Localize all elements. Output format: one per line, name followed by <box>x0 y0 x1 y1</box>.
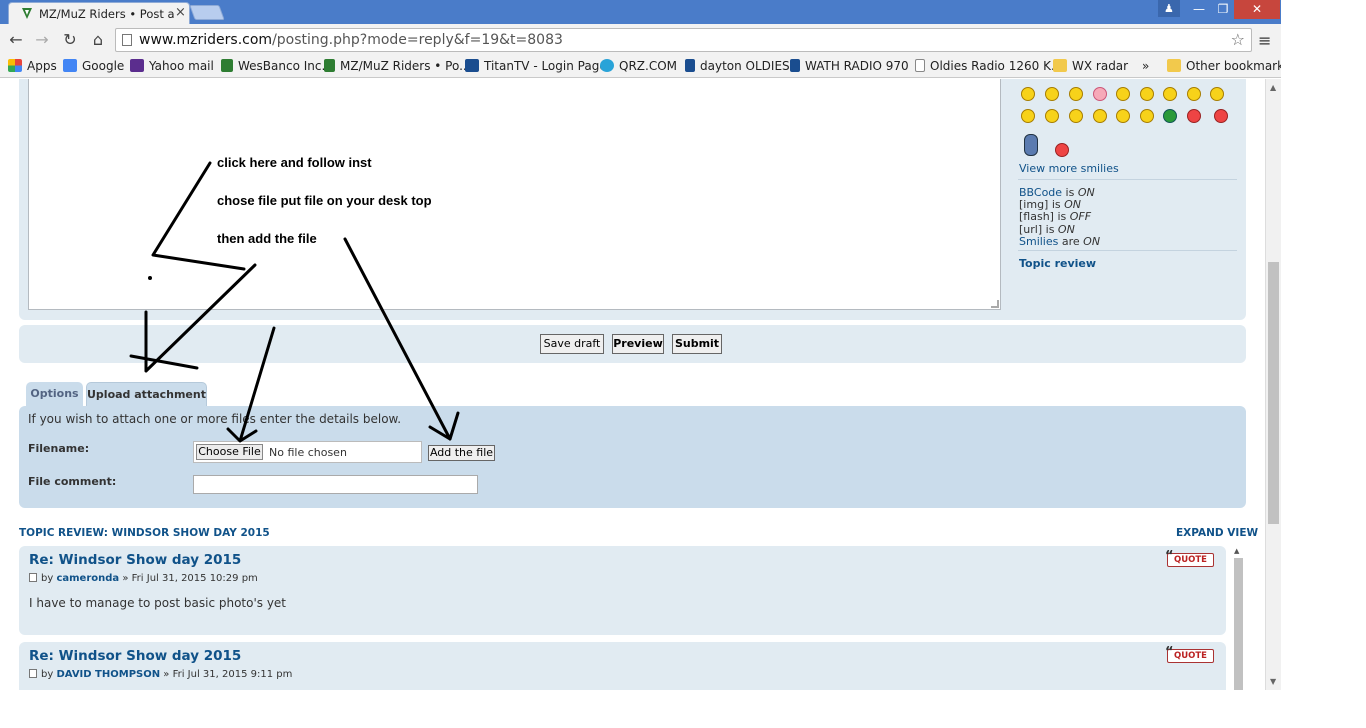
url-text: www.mzriders.com/posting.php?mode=reply&… <box>139 32 563 48</box>
forward-icon[interactable]: → <box>32 30 52 49</box>
page-content: View more smilies BBCode is ON [img] is … <box>0 79 1265 690</box>
mz-favicon-icon <box>22 8 32 19</box>
bookmark-star-icon[interactable]: ☆ <box>1231 30 1245 49</box>
restore-button[interactable]: ❐ <box>1212 0 1234 19</box>
bookmark-google[interactable]: Google <box>63 59 124 73</box>
home-icon[interactable]: ⌂ <box>88 30 108 49</box>
profile-button[interactable]: ♟ <box>1158 0 1180 17</box>
browser-window: MZ/MuZ Riders • Post a re × ♟ — ❐ ✕ ← → … <box>0 0 1281 690</box>
menu-icon[interactable]: ≡ <box>1258 31 1271 50</box>
page-icon <box>122 34 132 46</box>
google-icon <box>63 59 77 72</box>
folder-icon <box>1053 59 1067 72</box>
folder-icon <box>1167 59 1181 72</box>
bookmark-qrz[interactable]: QRZ.COM <box>600 59 677 73</box>
bookmark-dayton-oldies[interactable]: dayton OLDIES <box>685 59 790 73</box>
user-icon: ♟ <box>1164 2 1174 15</box>
tab-title: MZ/MuZ Riders • Post a re <box>39 7 175 21</box>
annotation-arrows <box>129 161 460 443</box>
bookmarks-overflow-icon[interactable]: » <box>1142 59 1149 73</box>
scroll-down-icon[interactable]: ▼ <box>1270 677 1276 686</box>
wesbanco-icon <box>221 59 233 72</box>
globe-icon <box>600 59 614 72</box>
address-bar[interactable]: www.mzriders.com/posting.php?mode=reply&… <box>115 28 1252 52</box>
annotation-arrow <box>129 161 257 373</box>
scroll-up-icon[interactable]: ▲ <box>1270 83 1276 92</box>
bookmark-titantv[interactable]: TitanTV - Login Page <box>465 59 607 73</box>
titantv-icon <box>465 59 479 72</box>
minimize-button[interactable]: — <box>1186 0 1212 19</box>
annotation-dot <box>148 276 152 280</box>
apps-icon <box>8 59 22 72</box>
reload-icon[interactable]: ↻ <box>60 30 80 49</box>
bookmarks-bar: Apps Google Yahoo mail WesBanco Inc. MZ/… <box>0 56 1281 78</box>
title-bar: MZ/MuZ Riders • Post a re × ♟ — ❐ ✕ <box>0 0 1281 24</box>
close-window-button[interactable]: ✕ <box>1234 0 1280 19</box>
speaker-icon <box>790 59 800 72</box>
back-icon[interactable]: ← <box>6 30 26 49</box>
bookmark-oldies-radio[interactable]: Oldies Radio 1260 K... <box>915 59 1062 73</box>
tab-close-icon[interactable]: × <box>175 5 186 20</box>
bookmark-wesbanco[interactable]: WesBanco Inc. <box>221 59 325 73</box>
bookmark-wx-radar[interactable]: WX radar <box>1053 59 1128 73</box>
bookmark-mz-riders[interactable]: MZ/MuZ Riders • Po... <box>324 59 471 73</box>
new-tab-button[interactable] <box>189 5 225 20</box>
annotation-arrow <box>226 326 276 443</box>
page-scrollbar[interactable]: ▲ ▼ <box>1265 79 1281 690</box>
bookmark-yahoo-mail[interactable]: Yahoo mail <box>130 59 214 73</box>
scrollbar-thumb[interactable] <box>1268 262 1279 524</box>
bookmark-wath-radio[interactable]: WATH RADIO 970 <box>790 59 909 73</box>
speaker-icon <box>685 59 695 72</box>
yahoo-icon <box>130 59 144 72</box>
browser-tab[interactable]: MZ/MuZ Riders • Post a re × <box>8 2 190 24</box>
bookmark-other[interactable]: Other bookmarks <box>1167 59 1281 73</box>
bookmark-apps[interactable]: Apps <box>8 59 57 73</box>
annotation-arrow <box>343 237 460 441</box>
mz-icon <box>324 59 335 72</box>
page-icon <box>915 59 925 72</box>
